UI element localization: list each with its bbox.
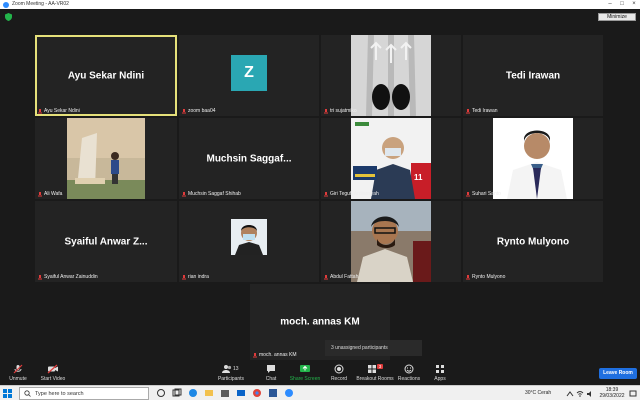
task-view-icon[interactable] xyxy=(156,388,166,398)
participant-tile[interactable]: Suhari Santo xyxy=(463,118,603,199)
participant-tile[interactable]: 11 Giri Teguh Ardiansyah xyxy=(321,118,461,199)
mail-icon[interactable] xyxy=(236,388,246,398)
breakout-rooms-icon: 3 xyxy=(368,364,383,373)
participant-label: Muchsin Saggaf Shihab xyxy=(182,191,241,197)
participant-label: Giri Teguh Ardiansyah xyxy=(324,191,379,197)
taskbar-search-input[interactable]: Type here to search xyxy=(19,387,149,400)
participant-label: Tedi Irawan xyxy=(466,108,498,114)
participant-label: Abdul Fattah xyxy=(324,274,358,280)
notifications-icon[interactable] xyxy=(629,390,637,398)
muted-mic-icon xyxy=(324,274,328,279)
share-screen-icon xyxy=(300,365,310,372)
participant-name: Ayu Sekar Ndini xyxy=(67,70,145,81)
muted-mic-icon xyxy=(466,191,470,196)
view-minimize-button[interactable]: Minimize xyxy=(598,13,636,21)
folder-icon[interactable] xyxy=(204,388,214,398)
participant-tile[interactable]: Ayu Sekar Ndini Ayu Sekar Ndini xyxy=(35,35,177,116)
clock[interactable]: 18:39 29/03/2022 xyxy=(598,387,626,399)
start-video-button[interactable]: Start Video xyxy=(33,364,73,382)
participant-label: moch. annas KM xyxy=(253,352,297,358)
muted-mic-icon xyxy=(324,108,328,113)
task-switch-icon[interactable] xyxy=(172,388,182,398)
participant-name: Muchsin Saggaf... xyxy=(206,153,292,164)
participant-label: Rynto Mulyono xyxy=(466,274,505,280)
participant-tile[interactable]: Muchsin Saggaf... Muchsin Saggaf Shihab xyxy=(179,118,319,199)
minimize-window-icon[interactable]: – xyxy=(604,0,616,9)
participant-video xyxy=(351,35,431,116)
muted-mic-icon xyxy=(466,108,470,113)
participant-tile[interactable]: Syaiful Anwar Z... Syaiful Anwar Zainudd… xyxy=(35,201,177,282)
word-icon[interactable] xyxy=(268,388,278,398)
participants-icon: 13 xyxy=(222,365,239,373)
apps-button[interactable]: Apps xyxy=(420,364,460,382)
muted-mic-icon xyxy=(182,274,186,279)
participant-label: Ali Wafa xyxy=(38,191,62,197)
participant-label: tri sujatmiko xyxy=(324,108,357,114)
participant-name: moch. annas KM xyxy=(280,316,360,328)
participant-name: Syaiful Anwar Z... xyxy=(64,236,148,247)
zoom-window: Zoom Meeting - AA-VR02 – □ × Minimize Ay… xyxy=(0,0,640,400)
participant-tile[interactable]: Ali Wafa xyxy=(35,118,177,199)
avatar: Z xyxy=(231,55,267,91)
unassigned-participants-toast[interactable]: 3 unassigned participants xyxy=(325,340,422,356)
participant-name: Rynto Mulyono xyxy=(496,236,570,247)
zoom-logo-icon xyxy=(3,1,9,8)
muted-mic-icon xyxy=(466,274,470,279)
muted-mic-icon xyxy=(253,352,257,357)
participant-tile[interactable]: Z zoom baa04 xyxy=(179,35,319,116)
shield-icon[interactable] xyxy=(5,13,12,21)
participant-tile[interactable]: Rynto Mulyono Rynto Mulyono xyxy=(463,201,603,282)
participant-video xyxy=(351,201,431,282)
participant-name: Tedi Irawan xyxy=(505,70,561,81)
chat-icon xyxy=(267,365,275,373)
participant-label: Ayu Sekar Ndini xyxy=(38,108,80,114)
participants-button[interactable]: 13 Participants xyxy=(211,364,251,382)
meeting-toolbar: Unmute Start Video 13 Participants Chat … xyxy=(0,361,640,385)
windows-start-icon[interactable] xyxy=(3,389,12,398)
volume-icon[interactable] xyxy=(586,390,594,398)
chevron-up-icon[interactable] xyxy=(566,390,574,398)
meeting-gallery: Minimize Ayu Sekar Ndini Ayu Sekar Ndini… xyxy=(0,9,640,361)
wifi-icon[interactable] xyxy=(576,390,584,398)
muted-mic-icon xyxy=(182,191,186,196)
participant-tile[interactable]: Abdul Fattah xyxy=(321,201,461,282)
chrome-icon[interactable] xyxy=(252,388,262,398)
close-window-icon[interactable]: × xyxy=(628,0,640,9)
participant-label: zoom baa04 xyxy=(182,108,216,114)
svg-text:13: 13 xyxy=(233,366,239,372)
participant-tile[interactable]: Tedi Irawan Tedi Irawan xyxy=(463,35,603,116)
muted-mic-icon xyxy=(38,274,42,279)
store-icon[interactable] xyxy=(220,388,230,398)
search-icon xyxy=(24,390,31,397)
edge-icon[interactable] xyxy=(188,388,198,398)
leave-room-button[interactable]: Leave Room xyxy=(599,368,637,379)
participant-label: Suhari Santo xyxy=(466,191,501,197)
svg-text:11: 11 xyxy=(414,173,423,182)
maximize-window-icon[interactable]: □ xyxy=(616,0,628,9)
weather-status[interactable]: 30°C Cerah xyxy=(525,390,551,396)
record-icon xyxy=(334,364,344,374)
clock-date: 29/03/2022 xyxy=(599,393,625,399)
participant-tile[interactable]: tri sujatmiko xyxy=(321,35,461,116)
participant-video xyxy=(67,118,145,199)
participant-video: 11 xyxy=(351,118,431,199)
participant-video xyxy=(493,118,573,199)
zoom-app-icon[interactable] xyxy=(284,388,294,398)
muted-mic-icon xyxy=(182,108,186,113)
muted-mic-icon xyxy=(13,364,23,374)
participant-video xyxy=(231,219,267,255)
muted-mic-icon xyxy=(324,191,328,196)
video-off-icon xyxy=(47,364,58,374)
record-button[interactable]: Record xyxy=(319,364,359,382)
smile-icon xyxy=(404,364,414,374)
title-bar: Zoom Meeting - AA-VR02 – □ × xyxy=(0,0,640,9)
apps-icon xyxy=(436,365,444,373)
participant-tile[interactable]: rian indra xyxy=(179,201,319,282)
participant-label: rian indra xyxy=(182,274,209,280)
muted-mic-icon xyxy=(38,191,42,196)
window-title: Zoom Meeting - AA-VR02 xyxy=(12,1,69,7)
participant-label: Syaiful Anwar Zainuddin xyxy=(38,274,98,280)
windows-taskbar: Type here to search 30°C Cerah 18:39 29/… xyxy=(0,385,640,400)
muted-mic-icon xyxy=(38,108,42,113)
